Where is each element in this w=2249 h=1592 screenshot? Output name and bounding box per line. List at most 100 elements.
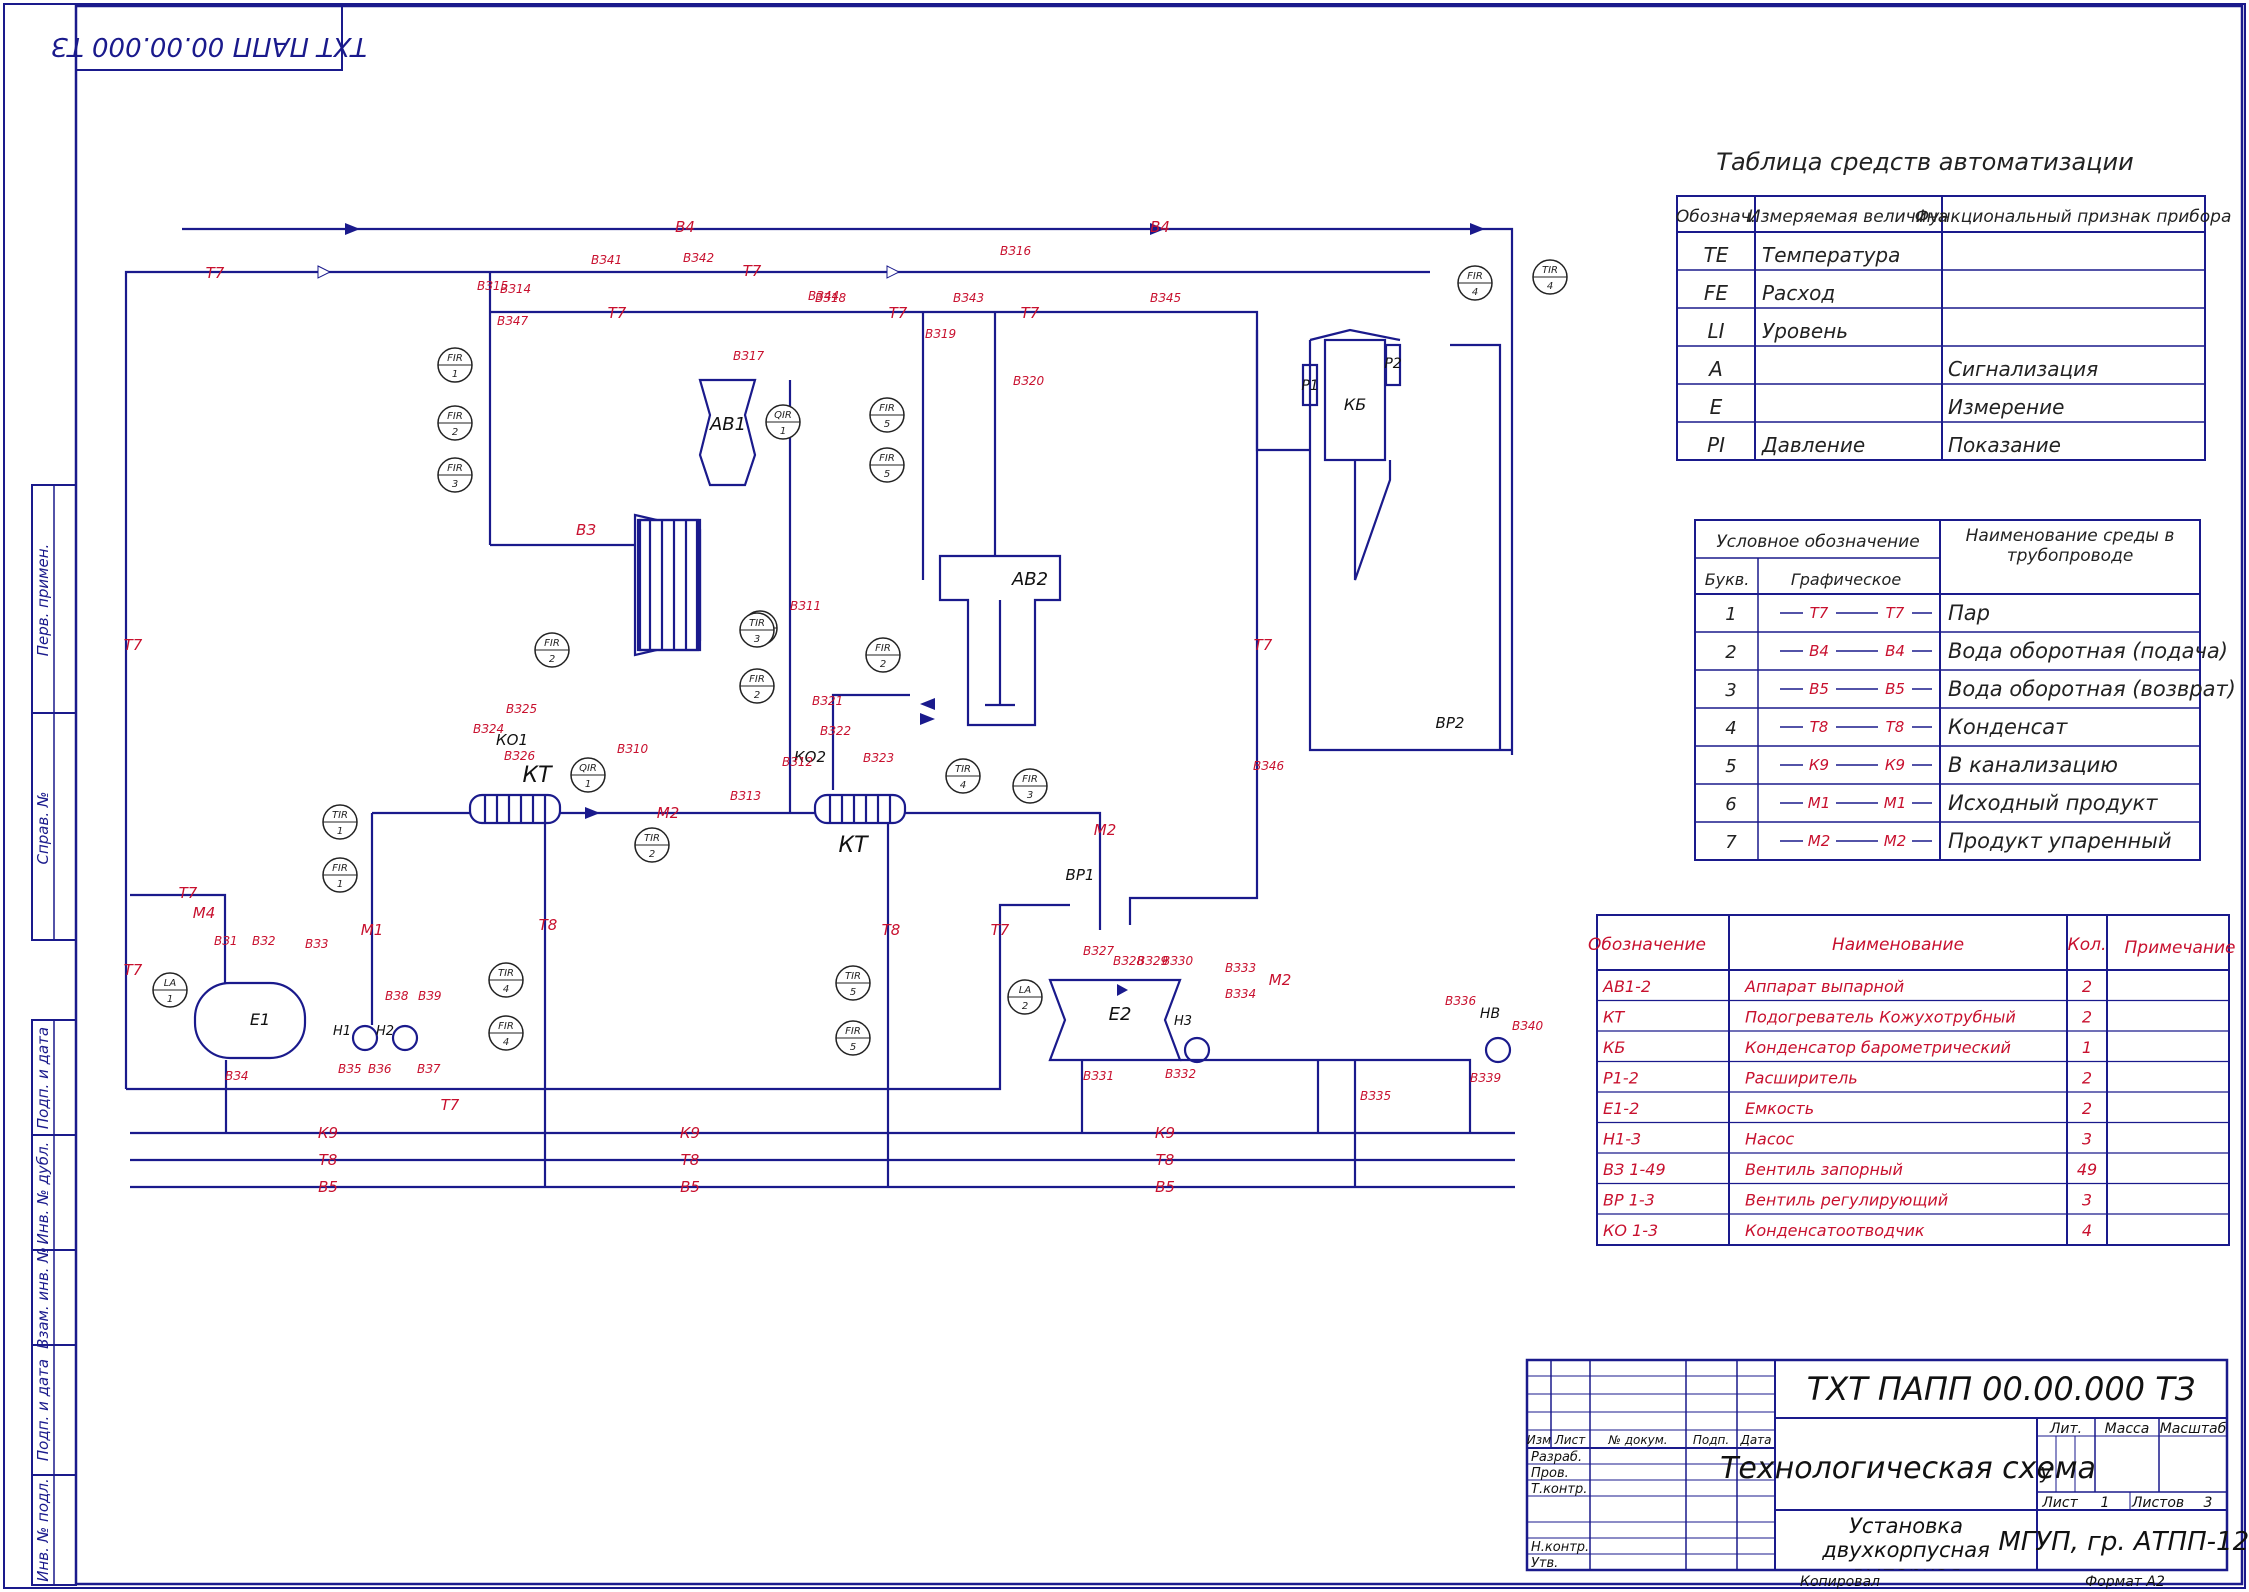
- equipment-label: ВР1: [1066, 866, 1095, 884]
- table-cell: 49: [2077, 1160, 2097, 1179]
- equipment-label: АВ1: [709, 414, 746, 435]
- instrument-tag: TIR: [749, 618, 765, 629]
- valve-label: ВЗ27: [1083, 944, 1115, 958]
- arrow: [920, 698, 935, 710]
- arrow: [345, 223, 360, 235]
- valve-label: ВЗ24: [473, 722, 504, 736]
- line-code: М1: [1808, 794, 1831, 812]
- table-cell: Исходный продукт: [1948, 791, 2158, 815]
- valve-label: ВЗ32: [1165, 1067, 1196, 1081]
- line-code: В5: [1809, 680, 1829, 698]
- inner-border: [74, 4, 2244, 1586]
- left-col-label: Инв. № дубл.: [34, 1142, 52, 1245]
- valve-label: ВЗ26: [504, 749, 536, 763]
- valve-label: ВЗ45: [1150, 291, 1181, 305]
- table-header: Наименование: [1832, 935, 1964, 955]
- line-label: К9: [680, 1124, 700, 1142]
- instrument-tag: TIR: [498, 968, 514, 979]
- equipment-label: Е1: [250, 1010, 270, 1029]
- valve-label: ВЗ47: [497, 314, 529, 328]
- line-label: Т7: [743, 262, 762, 280]
- valve-label: ВЗ44: [808, 289, 839, 303]
- valve-label: ВЗ43: [953, 291, 984, 305]
- table-cell: Конденсатоотводчик: [1745, 1221, 1925, 1240]
- instrument-tag: TIR: [1542, 265, 1558, 276]
- valve-label: ВЗ13: [730, 789, 761, 803]
- table-cell: Е1-2: [1603, 1099, 1639, 1118]
- table-cell: 2: [2082, 977, 2092, 996]
- table-cell: В канализацию: [1948, 753, 2118, 777]
- line-label: Т8: [882, 921, 901, 939]
- line-label: Т8: [681, 1151, 700, 1169]
- table-cell: 7: [1725, 832, 1737, 853]
- instrument-tag: FIR: [544, 638, 560, 649]
- table-cell: Емкость: [1745, 1099, 1814, 1118]
- table-cell: 5: [1725, 756, 1736, 777]
- col-header: Подп.: [1693, 1433, 1729, 1447]
- instrument-num: 2: [452, 427, 458, 438]
- line-code: Т7: [1810, 604, 1829, 622]
- instrument-num: 2: [549, 654, 555, 665]
- line-code: М1: [1884, 794, 1907, 812]
- instrument-num: 1: [167, 994, 173, 1005]
- instrument-tag: FIR: [845, 1026, 861, 1037]
- instrument-num: 2: [754, 690, 760, 701]
- instrument-num: 4: [503, 1037, 509, 1048]
- valve-label: ВЗ8: [385, 989, 409, 1003]
- table-cell: Вода оборотная (возврат): [1948, 677, 2236, 701]
- equipment-label: НВ: [1480, 1006, 1500, 1022]
- equipment-label: КТ: [838, 833, 869, 858]
- arrow: [585, 807, 600, 819]
- sheet-label: Лист: [2041, 1495, 2078, 1511]
- arrow: [886, 265, 901, 279]
- equipment-label: КБ: [1344, 395, 1366, 414]
- table-cell: Сигнализация: [1948, 357, 2098, 381]
- table-header: Примечание: [2125, 938, 2236, 958]
- equipment-label: Р2: [1384, 356, 1401, 372]
- table-header: Букв.: [1705, 570, 1750, 589]
- arrow: [1470, 223, 1485, 235]
- instrument-num: 1: [337, 879, 343, 890]
- left-col-label: Инв. № подл.: [34, 1478, 52, 1581]
- line-label: В4: [1150, 218, 1170, 236]
- pump-h2: [391, 1024, 419, 1052]
- table-cell: Конденсат: [1948, 715, 2068, 739]
- instrument-tag: FIR: [1022, 774, 1038, 785]
- table-cell: 1: [2082, 1038, 2092, 1057]
- valve-label: ВЗ41: [591, 253, 622, 267]
- line-label: Т7: [206, 264, 225, 282]
- pump-h1: [351, 1024, 379, 1052]
- valve-label: ВЗ36: [1445, 994, 1477, 1008]
- table-cell: 2: [1725, 642, 1736, 663]
- col-header: Лист: [1554, 1433, 1586, 1447]
- pump-nv: [1484, 1036, 1512, 1064]
- line-code: В4: [1809, 642, 1829, 660]
- equipment-label: Е2: [1109, 1004, 1132, 1025]
- line-code: В5: [1885, 680, 1905, 698]
- role-label: Утв.: [1531, 1556, 1558, 1571]
- instrument-tag: TIR: [955, 764, 971, 775]
- valve-label: ВЗ17: [733, 349, 765, 363]
- table-cell: 4: [2082, 1221, 2092, 1240]
- line-label: Т8: [539, 916, 558, 934]
- role-label: Разраб.: [1531, 1450, 1582, 1465]
- scale-label: Масштаб: [2160, 1421, 2227, 1437]
- table-cell: A: [1707, 357, 1723, 381]
- table-cell: 3: [2082, 1130, 2092, 1149]
- instrument-num: 2: [1022, 1001, 1028, 1012]
- top-stamp-text: ТХТ ПАПП 00.00.000 ТЗ: [51, 31, 367, 61]
- valve-label: ВЗ3: [305, 937, 329, 951]
- pipe-t7-second: [490, 310, 1310, 452]
- left-col-label: Перв. примен.: [34, 544, 52, 657]
- valve-label: ВЗ33: [1225, 961, 1256, 975]
- instrument-num: 4: [1472, 287, 1478, 298]
- line-code: М2: [1884, 832, 1907, 850]
- table-cell: КО 1-3: [1603, 1221, 1658, 1240]
- top-stamp: ТХТ ПАПП 00.00.000 ТЗ: [51, 5, 367, 71]
- table-cell: КБ: [1603, 1038, 1625, 1057]
- valve-label: ВЗ15: [477, 279, 508, 293]
- table-cell: АВ1-2: [1602, 977, 1651, 996]
- valve-label: ВЗ20: [1013, 374, 1045, 388]
- line-label: В5: [318, 1178, 338, 1196]
- line-code: В4: [1885, 642, 1905, 660]
